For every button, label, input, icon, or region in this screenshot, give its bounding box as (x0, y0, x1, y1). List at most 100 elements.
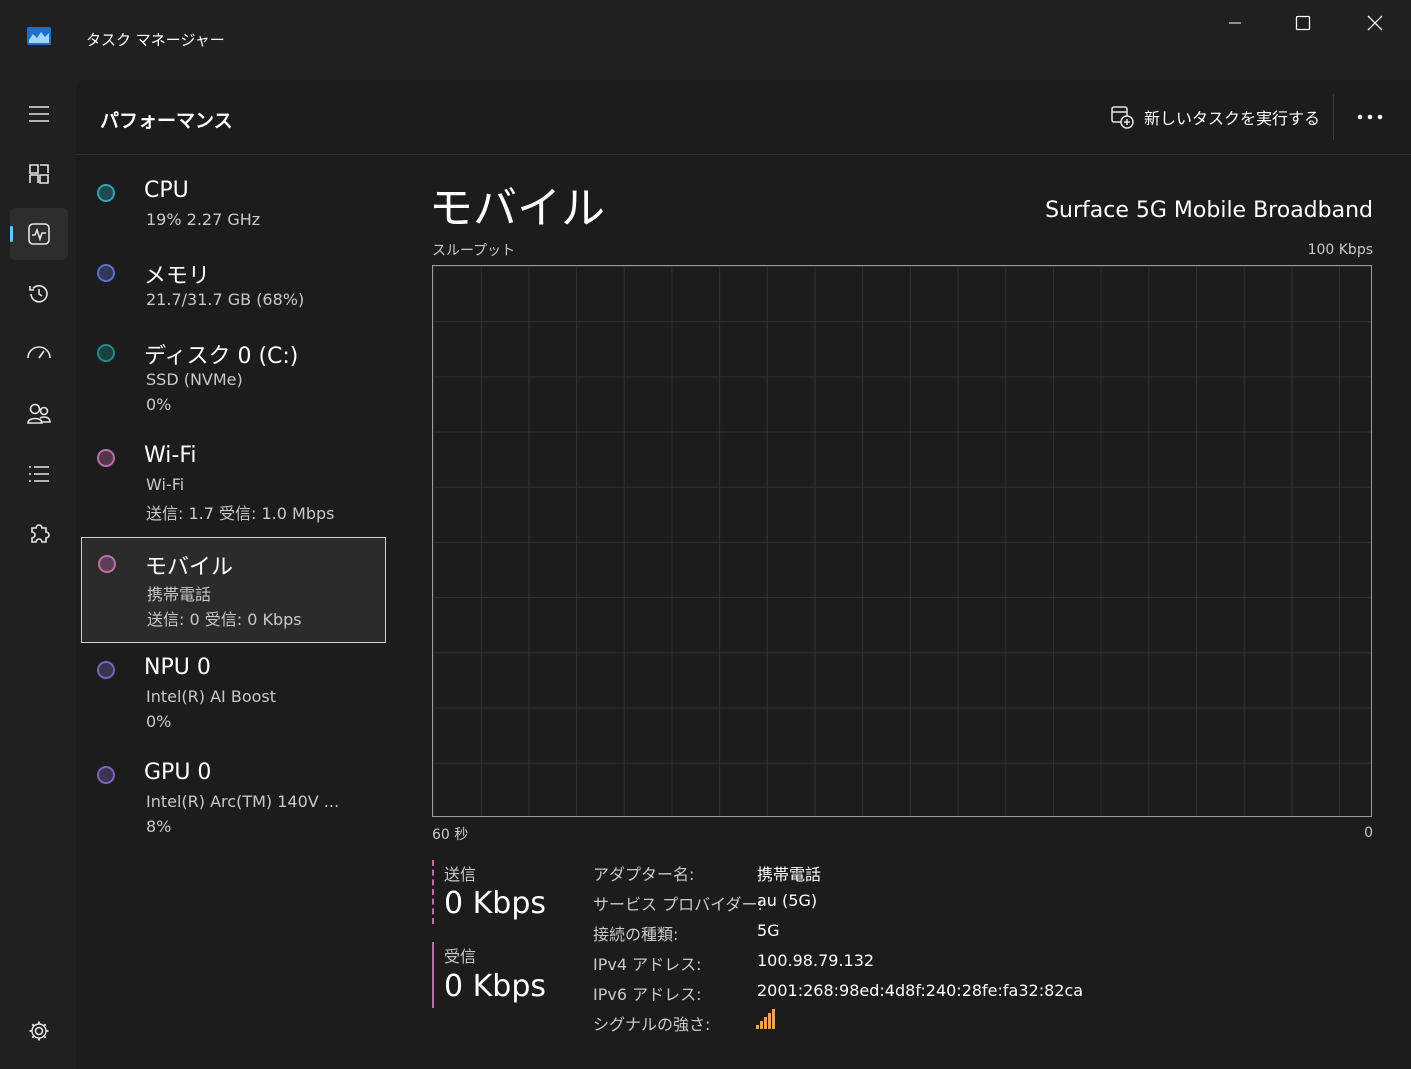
device-name: NPU 0 (144, 655, 211, 680)
send-indicator (432, 860, 434, 924)
cpu-color-dot (97, 184, 115, 202)
device-npu[interactable]: NPU 0 Intel(R) AI Boost 0% (81, 647, 386, 753)
more-options-button[interactable] (1348, 102, 1392, 132)
maximize-icon (1295, 15, 1311, 31)
nav-startup-apps[interactable] (10, 328, 68, 380)
nav-users[interactable] (10, 388, 68, 440)
signal-bar (772, 1009, 775, 1029)
more-dots-icon (1357, 114, 1383, 120)
prop-ipv4-label: IPv4 アドレス: (593, 955, 702, 974)
run-new-task-button[interactable]: 新しいタスクを実行する (1110, 104, 1320, 130)
graph-min-label: 0 (1364, 825, 1373, 841)
users-icon (27, 403, 51, 424)
npu-color-dot (97, 661, 115, 679)
device-mobile[interactable]: モバイル 携帯電話 送信: 0 受信: 0 Kbps (81, 537, 386, 643)
maximize-button[interactable] (1268, 0, 1338, 46)
receive-value: 0 Kbps (444, 969, 547, 1004)
nav-details[interactable] (10, 448, 68, 500)
graph-time-label: 60 秒 (432, 827, 469, 843)
device-name: GPU 0 (144, 760, 212, 785)
hamburger-menu-button[interactable] (10, 88, 68, 140)
nav-performance[interactable] (10, 208, 68, 260)
services-puzzle-icon (31, 524, 50, 543)
prop-signal-label: シグナルの強さ: (593, 1015, 711, 1034)
prop-ipv6-label: IPv6 アドレス: (593, 985, 702, 1004)
send-label: 送信 (444, 865, 477, 884)
run-task-icon (1111, 106, 1134, 129)
signal-bar (768, 1013, 771, 1029)
device-wifi[interactable]: Wi-Fi Wi-Fi 送信: 1.7 受信: 1.0 Mbps (81, 435, 386, 541)
processes-icon (29, 164, 49, 184)
receive-label: 受信 (444, 947, 477, 966)
prop-connection-type-label: 接続の種類: (593, 925, 679, 944)
memory-color-dot (97, 264, 115, 282)
prop-provider-value: au (5G) (757, 891, 818, 910)
receive-indicator (432, 942, 434, 1008)
prop-adapter-value: 携帯電話 (757, 865, 822, 884)
startup-speedometer-icon (27, 346, 51, 359)
device-detail: Intel(R) AI Boost (146, 687, 277, 706)
title-bar: タスク マネージャー (0, 0, 1411, 80)
device-disk[interactable]: ディスク 0 (C:) SSD (NVMe) 0% (81, 330, 386, 436)
page-title: パフォーマンス (100, 110, 233, 132)
minimize-button[interactable] (1200, 0, 1270, 46)
signal-bar (760, 1021, 763, 1029)
throughput-graph (432, 265, 1372, 817)
signal-strength-icon (756, 1009, 775, 1029)
close-button[interactable] (1340, 0, 1410, 46)
minimize-icon (1229, 22, 1241, 24)
device-name: Wi-Fi (144, 443, 197, 468)
details-list-icon (29, 466, 49, 482)
device-detail: 21.7/31.7 GB (68%) (146, 290, 305, 309)
device-name: CPU (144, 178, 189, 203)
run-task-label: 新しいタスクを実行する (1144, 109, 1321, 128)
device-detail: 19% 2.27 GHz (146, 210, 261, 229)
task-manager-window: タスク マネージャー パフォーマンス 新しいタスクを実行する CPU 19% 2… (0, 0, 1411, 1069)
prop-ipv4-value: 100.98.79.132 (757, 951, 875, 970)
device-full-name: Surface 5G Mobile Broadband (1045, 198, 1373, 223)
device-throughput: 送信: 0 受信: 0 Kbps (147, 610, 302, 629)
mobile-color-dot (98, 555, 116, 573)
disk-color-dot (97, 344, 115, 362)
nav-app-history[interactable] (10, 268, 68, 320)
graph-grid (433, 266, 1371, 816)
nav-rail (0, 80, 76, 1069)
command-bar: パフォーマンス 新しいタスクを実行する (76, 80, 1411, 155)
device-detail: Wi-Fi (146, 475, 185, 494)
device-name: メモリ (144, 264, 211, 289)
signal-bar (764, 1017, 767, 1029)
history-icon (29, 285, 48, 303)
device-detail: 携帯電話 (147, 585, 212, 604)
task-manager-app-icon (27, 27, 51, 45)
nav-services[interactable] (10, 508, 68, 560)
device-usage: 8% (146, 817, 172, 836)
graph-label: スループット (432, 243, 516, 259)
device-throughput: 送信: 1.7 受信: 1.0 Mbps (146, 504, 335, 523)
close-icon (1367, 15, 1383, 31)
device-detail: SSD (NVMe) (146, 370, 243, 389)
prop-connection-type-value: 5G (757, 921, 780, 940)
settings-gear-icon (29, 1021, 49, 1041)
prop-provider-label: サービス プロバイダー: (593, 895, 763, 914)
signal-bar (756, 1025, 759, 1029)
detail-title: モバイル (429, 183, 605, 234)
hamburger-icon (29, 106, 49, 122)
prop-adapter-label: アダプター名: (593, 865, 695, 884)
device-name: モバイル (145, 555, 234, 580)
content-area: パフォーマンス 新しいタスクを実行する CPU 19% 2.27 GHz メモリ… (76, 80, 1411, 1069)
performance-icon (28, 223, 50, 245)
send-value: 0 Kbps (444, 886, 547, 921)
device-usage: 0% (146, 395, 172, 414)
command-separator (1333, 94, 1334, 140)
gpu-color-dot (97, 766, 115, 784)
device-usage: 0% (146, 712, 172, 731)
device-gpu[interactable]: GPU 0 Intel(R) Arc(TM) 140V ... 8% (81, 752, 386, 858)
nav-processes[interactable] (10, 148, 68, 200)
device-name: ディスク 0 (C:) (144, 344, 299, 369)
device-detail: Intel(R) Arc(TM) 140V ... (146, 792, 340, 811)
prop-ipv6-value: 2001:268:98ed:4d8f:240:28fe:fa32:82ca (757, 981, 1084, 1000)
wifi-color-dot (97, 449, 115, 467)
graph-max-label: 100 Kbps (1307, 242, 1373, 258)
nav-settings[interactable] (10, 1005, 68, 1057)
window-title: タスク マネージャー (86, 31, 225, 49)
